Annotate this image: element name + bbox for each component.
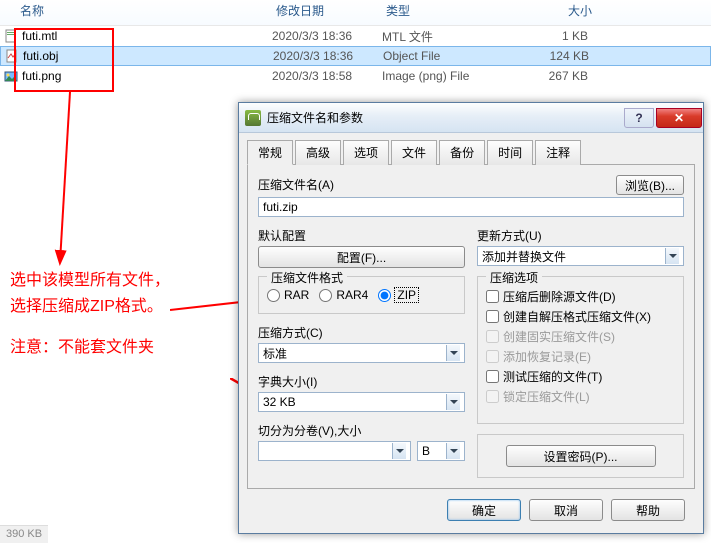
dict-label: 字典大小(I) <box>258 373 465 390</box>
status-bar: 390 KB <box>0 525 48 543</box>
chevron-down-icon <box>392 443 406 459</box>
annotation-box-files <box>14 28 114 92</box>
file-type: MTL 文件 <box>382 28 526 45</box>
help-button[interactable]: 帮助 <box>611 499 685 521</box>
file-size: 1 KB <box>526 29 596 43</box>
format-groupbox: 压缩文件格式 RAR RAR4 ZIP <box>258 276 465 314</box>
file-date: 2020/3/3 18:36 <box>273 49 383 63</box>
opt-sfx[interactable]: 创建自解压格式压缩文件(X) <box>486 308 675 325</box>
options-groupbox: 压缩选项 压缩后删除源文件(D) 创建自解压格式压缩文件(X) 创建固实压缩文件… <box>477 276 684 424</box>
col-header-name[interactable]: 名称 <box>4 2 276 19</box>
annotation-line: 选中该模型所有文件， <box>10 268 170 294</box>
archive-name-input[interactable] <box>258 197 684 217</box>
chevron-down-icon <box>665 248 679 264</box>
opt-test[interactable]: 测试压缩的文件(T) <box>486 368 675 385</box>
split-unit-value: B <box>422 444 430 458</box>
file-type: Image (png) File <box>382 69 526 83</box>
opt-recovery: 添加恢复记录(E) <box>486 348 675 365</box>
tab-panel-general: 压缩文件名(A) 浏览(B)... 默认配置 配置(F)... 更新方式(U) … <box>247 164 695 489</box>
dialog-buttons: 确定 取消 帮助 <box>247 489 695 521</box>
annotation-text: 选中该模型所有文件， 选择压缩成ZIP格式。 注意：不能套文件夹 <box>10 268 170 361</box>
dialog-titlebar[interactable]: 压缩文件名和参数 ? ✕ <box>239 103 703 133</box>
file-date: 2020/3/3 18:36 <box>272 29 382 43</box>
format-radio-rar4[interactable]: RAR4 <box>319 288 368 302</box>
tab-general[interactable]: 常规 <box>247 140 293 165</box>
annotation-arrow-icon <box>40 92 100 272</box>
chevron-down-icon <box>446 394 460 410</box>
update-mode-label: 更新方式(U) <box>477 227 684 244</box>
tab-time[interactable]: 时间 <box>487 140 533 165</box>
browse-button[interactable]: 浏览(B)... <box>616 175 684 195</box>
dialog-body: 常规 高级 选项 文件 备份 时间 注释 压缩文件名(A) 浏览(B)... 默… <box>239 133 703 529</box>
update-mode-combo[interactable]: 添加并替换文件 <box>477 246 684 266</box>
format-radio-rar[interactable]: RAR <box>267 288 309 302</box>
ok-button[interactable]: 确定 <box>447 499 521 521</box>
tab-advanced[interactable]: 高级 <box>295 140 341 165</box>
compress-dialog: 压缩文件名和参数 ? ✕ 常规 高级 选项 文件 备份 时间 注释 压缩文件名(… <box>238 102 704 534</box>
dict-combo[interactable]: 32 KB <box>258 392 465 412</box>
file-date: 2020/3/3 18:58 <box>272 69 382 83</box>
update-mode-value: 添加并替换文件 <box>482 248 566 265</box>
options-group-label: 压缩选项 <box>486 269 542 286</box>
format-radio-zip[interactable]: ZIP <box>378 288 418 302</box>
split-label: 切分为分卷(V),大小 <box>258 422 465 439</box>
archive-name-label: 压缩文件名(A) <box>258 176 604 193</box>
file-size: 267 KB <box>526 69 596 83</box>
tab-files[interactable]: 文件 <box>391 140 437 165</box>
explorer-column-headers: 名称 修改日期 类型 大小 <box>0 0 711 26</box>
tab-backup[interactable]: 备份 <box>439 140 485 165</box>
file-type: Object File <box>383 49 527 63</box>
winrar-icon <box>245 110 261 126</box>
col-header-size[interactable]: 大小 <box>530 2 600 19</box>
opt-solid: 创建固实压缩文件(S) <box>486 328 675 345</box>
method-combo[interactable]: 标准 <box>258 343 465 363</box>
profile-label: 默认配置 <box>258 227 465 244</box>
dict-value: 32 KB <box>263 395 296 409</box>
format-group-label: 压缩文件格式 <box>267 269 347 286</box>
chevron-down-icon <box>446 345 460 361</box>
dialog-title: 压缩文件名和参数 <box>267 109 623 126</box>
split-size-combo[interactable] <box>258 441 411 461</box>
col-header-date[interactable]: 修改日期 <box>276 2 386 19</box>
opt-delete[interactable]: 压缩后删除源文件(D) <box>486 288 675 305</box>
method-value: 标准 <box>263 345 287 362</box>
tab-strip: 常规 高级 选项 文件 备份 时间 注释 <box>247 139 695 164</box>
method-label: 压缩方式(C) <box>258 324 465 341</box>
split-unit-combo[interactable]: B <box>417 441 465 461</box>
annotation-line: 选择压缩成ZIP格式。 <box>10 294 170 320</box>
close-button[interactable]: ✕ <box>656 108 702 128</box>
password-button[interactable]: 设置密码(P)... <box>506 445 656 467</box>
opt-lock: 锁定压缩文件(L) <box>486 388 675 405</box>
chevron-down-icon <box>446 443 460 459</box>
tab-options[interactable]: 选项 <box>343 140 389 165</box>
help-button[interactable]: ? <box>624 108 654 128</box>
profile-button[interactable]: 配置(F)... <box>258 246 465 268</box>
tab-comment[interactable]: 注释 <box>535 140 581 165</box>
file-size: 124 KB <box>527 49 597 63</box>
cancel-button[interactable]: 取消 <box>529 499 603 521</box>
annotation-line: 注意：不能套文件夹 <box>10 335 170 361</box>
col-header-type[interactable]: 类型 <box>386 2 530 19</box>
